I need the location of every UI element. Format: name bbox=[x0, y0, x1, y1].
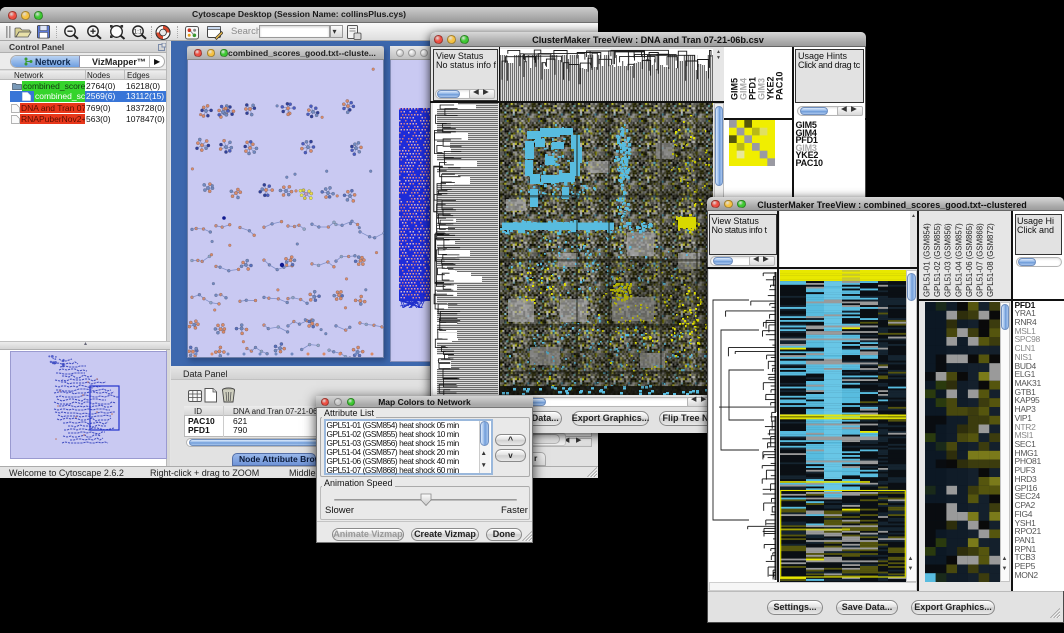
svg-text:GPL51-08 (GSM872): GPL51-08 (GSM872) bbox=[986, 223, 995, 297]
svg-text:GPL51-01 (GSM854): GPL51-01 (GSM854) bbox=[923, 223, 932, 297]
svg-text:GPL51-03 (GSM856): GPL51-03 (GSM856) bbox=[944, 223, 953, 297]
svg-text:GPL51-07 (GSM868): GPL51-07 (GSM868) bbox=[976, 223, 985, 297]
svg-text:GPL51-06 (GSM865): GPL51-06 (GSM865) bbox=[965, 223, 974, 297]
svg-text:GPL51-02 (GSM855): GPL51-02 (GSM855) bbox=[933, 223, 942, 297]
svg-text:1:1: 1:1 bbox=[133, 29, 142, 36]
svg-text:GPL51-04 (GSM857): GPL51-04 (GSM857) bbox=[954, 223, 963, 297]
svg-text:PAC10: PAC10 bbox=[775, 72, 785, 100]
